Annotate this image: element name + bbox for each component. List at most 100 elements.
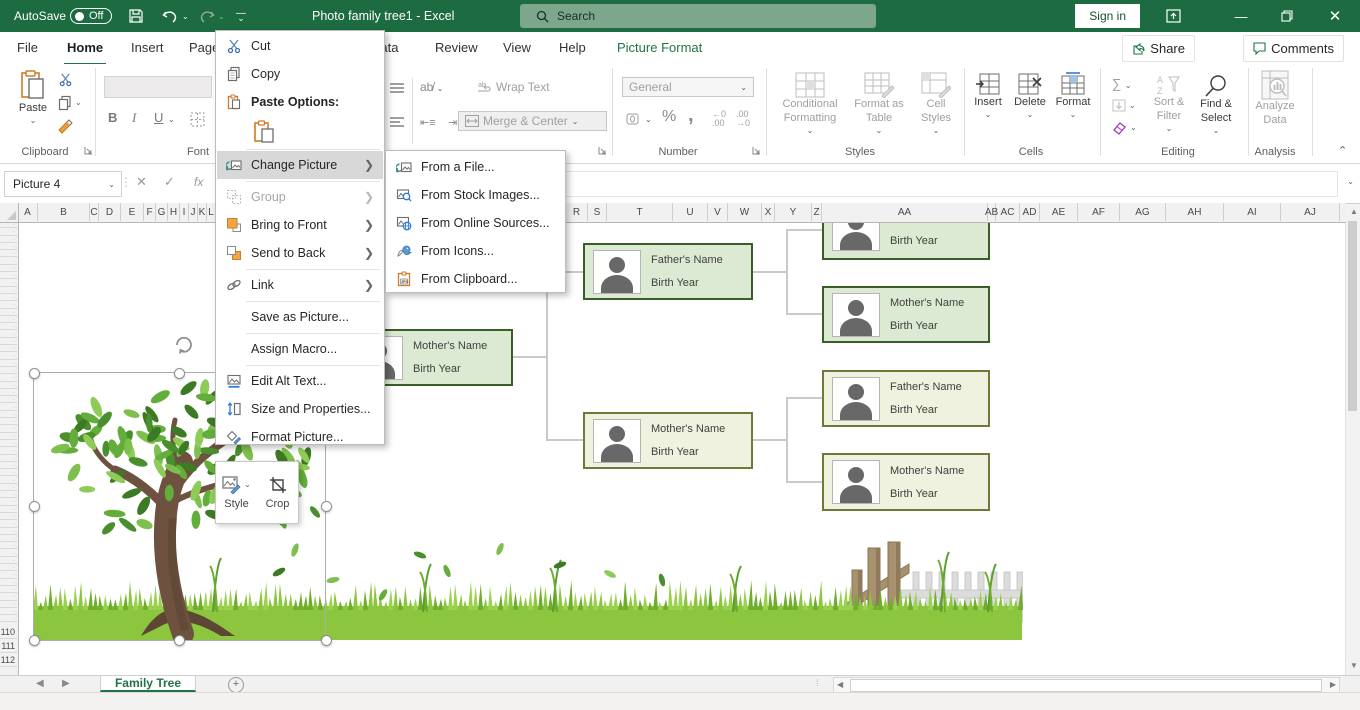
row-header[interactable]: ··: [0, 587, 17, 593]
row-header[interactable]: ··: [0, 441, 17, 447]
submenu-item-from-online-sources[interactable]: From Online Sources...: [387, 209, 564, 237]
row-header[interactable]: ··: [0, 543, 17, 549]
sign-in-button[interactable]: Sign in: [1075, 4, 1140, 28]
column-header-Y[interactable]: Y: [775, 203, 812, 221]
row-header[interactable]: ··: [0, 485, 17, 491]
analyze-data-button[interactable]: Analyze Data: [1252, 70, 1298, 128]
scroll-left-icon[interactable]: ◀: [837, 680, 843, 689]
restore-button[interactable]: [1270, 0, 1304, 32]
menu-item-bring-to-front[interactable]: Bring to Front ❯: [217, 211, 383, 239]
resize-handle-top-left[interactable]: [29, 368, 40, 379]
column-header-W[interactable]: W: [728, 203, 762, 221]
sheet-nav-left-icon[interactable]: ◀: [36, 678, 44, 689]
family-box-father-gen3a[interactable]: Father's NameBirth Year: [583, 243, 753, 300]
column-header-F[interactable]: F: [144, 203, 156, 221]
menu-item-edit-alt-text[interactable]: Edit Alt Text...: [217, 367, 383, 395]
row-header[interactable]: ··: [0, 412, 17, 418]
column-header-AG[interactable]: AG: [1120, 203, 1166, 221]
cell-styles-button[interactable]: Cell Styles⌄: [912, 72, 960, 136]
row-header[interactable]: ··: [0, 616, 17, 622]
row-header[interactable]: ··: [0, 558, 17, 564]
column-header-AJ[interactable]: AJ: [1281, 203, 1340, 221]
row-header-111[interactable]: 111: [0, 640, 17, 653]
column-header-D[interactable]: D: [99, 203, 121, 221]
bold-button[interactable]: B: [108, 110, 117, 125]
redo-button[interactable]: ⌄: [198, 0, 225, 32]
row-header[interactable]: ··: [0, 507, 17, 513]
column-header-Z[interactable]: Z: [812, 203, 822, 221]
resize-handle-mid-right[interactable]: [321, 501, 332, 512]
row-header[interactable]: ··: [0, 251, 17, 257]
format-as-table-button[interactable]: Format as Table⌄: [848, 72, 910, 136]
column-header-AF[interactable]: AF: [1078, 203, 1120, 221]
family-box-mother-gen4b[interactable]: Mother's NameBirth Year: [822, 453, 990, 511]
sheet-tab-family-tree[interactable]: Family Tree: [100, 676, 196, 692]
resize-handle-bottom-left[interactable]: [29, 635, 40, 646]
column-header-X[interactable]: X: [762, 203, 775, 221]
accounting-dropdown[interactable]: ⌄: [645, 115, 652, 124]
select-all-corner[interactable]: [0, 203, 19, 223]
row-header[interactable]: ··: [0, 419, 17, 425]
accounting-format-button[interactable]: [626, 112, 642, 126]
row-header[interactable]: ··: [0, 288, 17, 294]
scroll-down-icon[interactable]: ▼: [1350, 661, 1358, 670]
menu-item-format-picture[interactable]: Format Picture...: [217, 423, 383, 451]
number-dialog-launcher[interactable]: [752, 146, 762, 156]
row-header[interactable]: ··: [0, 514, 17, 520]
new-sheet-button[interactable]: +: [228, 677, 244, 693]
search-box[interactable]: Search: [520, 4, 876, 28]
scroll-up-icon[interactable]: ▲: [1350, 207, 1358, 216]
family-box-mother-gen3b[interactable]: Mother's NameBirth Year: [583, 412, 753, 469]
menu-item-copy[interactable]: Copy: [217, 60, 383, 88]
submenu-item-from-file[interactable]: From a File...: [387, 153, 564, 181]
menu-item-assign-macro[interactable]: Assign Macro...: [217, 335, 383, 363]
tab-insert[interactable]: Insert: [128, 32, 167, 63]
row-header[interactable]: ··: [0, 280, 17, 286]
column-header-AH[interactable]: AH: [1166, 203, 1224, 221]
tab-review[interactable]: Review: [432, 32, 481, 63]
column-header-B[interactable]: B: [38, 203, 90, 221]
picture-style-button[interactable]: ⌄ Style: [216, 462, 257, 523]
row-header[interactable]: ··: [0, 361, 17, 367]
column-header-S[interactable]: S: [588, 203, 607, 221]
row-header[interactable]: ··: [0, 310, 17, 316]
row-header[interactable]: ··: [0, 426, 17, 432]
row-header[interactable]: ··: [0, 448, 17, 454]
row-header-110[interactable]: 110: [0, 626, 17, 639]
column-header-U[interactable]: U: [673, 203, 708, 221]
row-header[interactable]: ··: [0, 339, 17, 345]
percent-style-button[interactable]: %: [662, 108, 676, 126]
horizontal-scroll-thumb[interactable]: [850, 679, 1322, 692]
rotate-handle-icon[interactable]: [172, 334, 194, 356]
row-header[interactable]: ··: [0, 478, 17, 484]
undo-button[interactable]: ⌄: [162, 0, 189, 32]
resize-handle-mid-left[interactable]: [29, 501, 40, 512]
scroll-right-icon[interactable]: ▶: [1330, 680, 1336, 689]
row-header[interactable]: ··: [0, 529, 17, 535]
row-header[interactable]: ··: [0, 492, 17, 498]
column-header-E[interactable]: E: [121, 203, 144, 221]
row-header[interactable]: ··: [0, 609, 17, 615]
cut-button[interactable]: [58, 72, 73, 87]
row-header[interactable]: ··: [0, 434, 17, 440]
font-name-select[interactable]: [104, 76, 212, 98]
clear-button[interactable]: ⌄: [1112, 121, 1127, 135]
tab-file[interactable]: File: [14, 32, 41, 63]
decrease-decimal-button[interactable]: .00→0: [736, 110, 750, 128]
row-header[interactable]: ··: [0, 397, 17, 403]
tabbar-splitter[interactable]: ⁞: [816, 678, 819, 688]
column-header-H[interactable]: H: [168, 203, 180, 221]
row-header[interactable]: ··: [0, 324, 17, 330]
column-header-AI[interactable]: AI: [1224, 203, 1281, 221]
format-painter-button[interactable]: [57, 118, 74, 135]
menu-item-change-picture[interactable]: Change Picture ❯: [217, 151, 383, 179]
row-header[interactable]: ··: [0, 572, 17, 578]
autosum-button[interactable]: ∑ ⌄: [1112, 76, 1132, 91]
row-header[interactable]: ··: [0, 317, 17, 323]
family-box-father-gen4b[interactable]: Father's NameBirth Year: [822, 370, 990, 427]
column-header-AD[interactable]: AD: [1020, 203, 1040, 221]
alignment-dialog-launcher[interactable]: [598, 146, 608, 156]
comma-style-button[interactable]: ,: [688, 104, 694, 127]
row-header[interactable]: ··: [0, 237, 17, 243]
row-header[interactable]: ··: [0, 470, 17, 476]
